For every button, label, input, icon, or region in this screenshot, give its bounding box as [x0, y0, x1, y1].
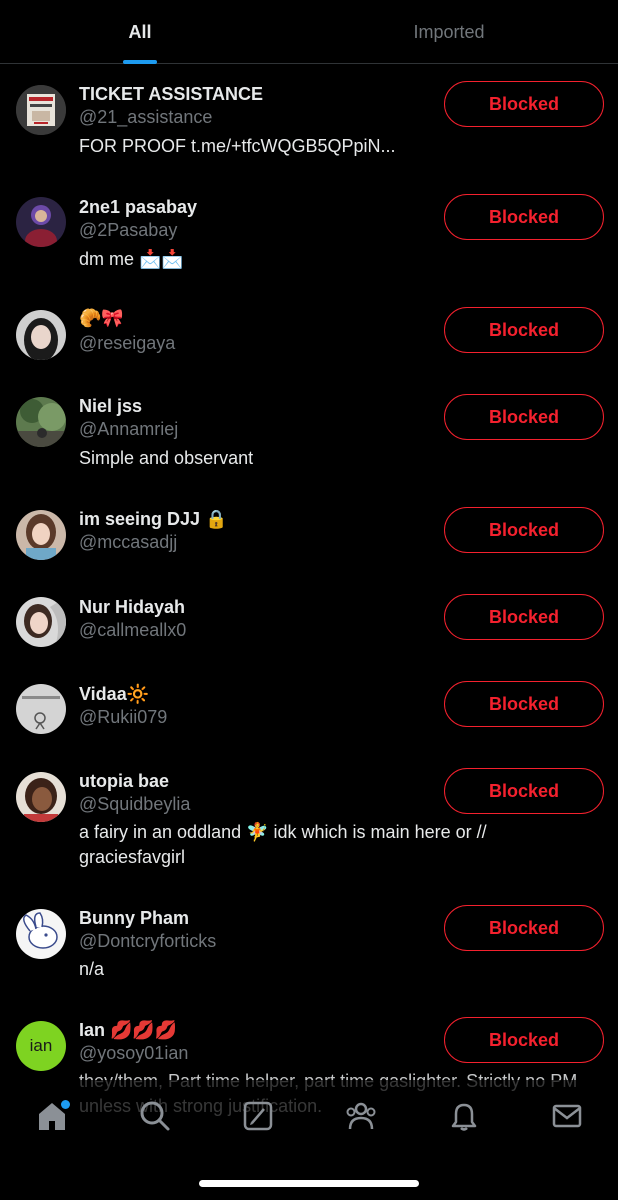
- avatar-image: [16, 85, 66, 135]
- avatar-image: [16, 772, 66, 822]
- blocked-button[interactable]: Blocked: [444, 307, 604, 353]
- user-handle: @Rukii079: [79, 707, 168, 727]
- display-name: Vidaa🔆: [79, 684, 150, 704]
- notifications-icon[interactable]: [444, 1100, 484, 1140]
- spaces-icon[interactable]: [238, 1100, 278, 1140]
- display-name: im seeing DJJ 🔒: [79, 509, 228, 529]
- avatar-image: [16, 597, 66, 647]
- display-name: Nur Hidayah: [79, 597, 186, 617]
- list-item[interactable]: Nur Hidayah @callmeallx0 Blocked: [0, 578, 618, 665]
- user-handle: @Dontcryforticks: [79, 931, 217, 951]
- blocked-button[interactable]: Blocked: [444, 681, 604, 727]
- blocked-button[interactable]: Blocked: [444, 507, 604, 553]
- blocked-button[interactable]: Blocked: [444, 1017, 604, 1063]
- user-handle: @Squidbeylia: [79, 794, 191, 814]
- home-indicator[interactable]: [199, 1180, 419, 1187]
- blocked-button[interactable]: Blocked: [444, 768, 604, 814]
- blocked-button[interactable]: Blocked: [444, 905, 604, 951]
- user-bio: dm me 📩📩: [79, 249, 184, 269]
- home-icon[interactable]: [32, 1100, 72, 1140]
- display-name: TICKET ASSISTANCE: [79, 84, 264, 104]
- avatar-image: [16, 397, 66, 447]
- blocked-button[interactable]: Blocked: [444, 594, 604, 640]
- list-item[interactable]: Bunny Pham @Dontcryforticks n/a Blocked: [0, 889, 618, 1001]
- avatar[interactable]: [16, 85, 66, 135]
- display-name: Bunny Pham: [79, 908, 190, 928]
- list-item[interactable]: im seeing DJJ 🔒 @mccasadjj Blocked: [0, 490, 618, 578]
- communities-icon[interactable]: [341, 1100, 381, 1140]
- active-tab-indicator: [123, 60, 157, 64]
- user-handle: @2Pasabay: [79, 220, 178, 240]
- search-icon[interactable]: [135, 1100, 175, 1140]
- display-name: Ian 💋💋💋: [79, 1020, 178, 1040]
- avatar[interactable]: [16, 597, 66, 647]
- avatar-image: [16, 197, 66, 247]
- user-handle: @yosoy01ian: [79, 1043, 189, 1063]
- user-handle: @mccasadjj: [79, 532, 178, 552]
- list-item[interactable]: utopia bae @Squidbeylia a fairy in an od…: [0, 752, 618, 889]
- user-bio: a fairy in an oddland 🧚 idk which is mai…: [79, 822, 487, 867]
- tab-all[interactable]: All: [0, 0, 280, 64]
- tab-imported-label: Imported: [413, 21, 485, 42]
- avatar[interactable]: [16, 397, 66, 447]
- user-bio: Simple and observant: [79, 448, 254, 468]
- tab-imported[interactable]: Imported: [280, 0, 618, 64]
- display-name: 🥐🎀: [79, 308, 124, 328]
- user-bio: n/a: [79, 959, 105, 979]
- blocked-button[interactable]: Blocked: [444, 194, 604, 240]
- tab-bar: All Imported: [0, 0, 618, 64]
- avatar-image: [16, 684, 66, 734]
- avatar[interactable]: [16, 197, 66, 247]
- avatar[interactable]: ian: [16, 1021, 66, 1071]
- notification-dot: [60, 1100, 70, 1109]
- avatar[interactable]: [16, 909, 66, 959]
- avatar-image: [16, 510, 66, 560]
- avatar[interactable]: [16, 772, 66, 822]
- display-name: Niel jss: [79, 396, 143, 416]
- display-name: utopia bae: [79, 771, 170, 791]
- avatar-image: [16, 310, 66, 360]
- list-item[interactable]: 🥐🎀 @reseigaya Blocked: [0, 291, 618, 377]
- tab-all-label: All: [128, 21, 152, 42]
- avatar[interactable]: [16, 684, 66, 734]
- blocked-button[interactable]: Blocked: [444, 81, 604, 127]
- list-item[interactable]: 2ne1 pasabay @2Pasabay dm me 📩📩 Blocked: [0, 178, 618, 291]
- user-bio: FOR PROOF t.me/+tfcWQGB5QPpiN...: [79, 136, 396, 156]
- user-handle: @Annamriej: [79, 419, 179, 439]
- messages-icon[interactable]: [547, 1100, 587, 1140]
- list-item[interactable]: Vidaa🔆 @Rukii079 Blocked: [0, 665, 618, 752]
- user-handle: @reseigaya: [79, 333, 176, 353]
- avatar-image: [16, 909, 66, 959]
- blocked-button[interactable]: Blocked: [444, 394, 604, 440]
- user-handle: @21_assistance: [79, 107, 213, 127]
- display-name: 2ne1 pasabay: [79, 197, 198, 217]
- avatar[interactable]: [16, 310, 66, 360]
- list-item[interactable]: TICKET ASSISTANCE @21_assistance FOR PRO…: [0, 65, 618, 178]
- list-item[interactable]: Niel jss @Annamriej Simple and observant…: [0, 377, 618, 490]
- avatar-initials: ian: [29, 1036, 53, 1055]
- avatar[interactable]: [16, 510, 66, 560]
- user-handle: @callmeallx0: [79, 620, 187, 640]
